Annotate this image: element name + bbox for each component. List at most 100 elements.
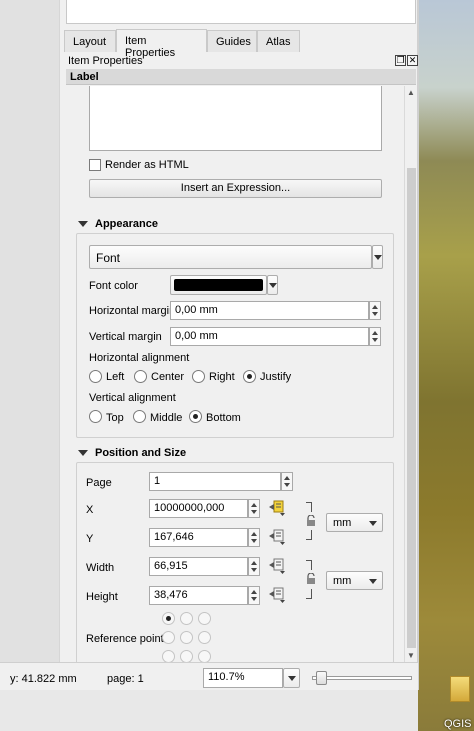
properties-scrollbar[interactable]: ▲ ▼ — [404, 86, 417, 662]
font-button-label: Font — [96, 251, 121, 265]
reference-point-top-center[interactable] — [180, 612, 193, 625]
y-data-defined-icon[interactable] — [268, 529, 286, 545]
halign-left-label: Left — [106, 371, 125, 383]
window-edge — [417, 0, 419, 690]
position-unit-value: mm — [333, 517, 352, 529]
width-spinner[interactable] — [248, 557, 260, 576]
scroll-up-icon[interactable]: ▲ — [407, 88, 415, 97]
reference-point-top-left[interactable] — [162, 612, 175, 625]
scrollbar-thumb[interactable] — [407, 168, 416, 648]
x-spinner[interactable] — [248, 499, 260, 518]
font-color-label: Font color — [89, 280, 138, 292]
zoom-dropdown-button[interactable] — [283, 668, 300, 688]
chevron-down-icon — [369, 579, 377, 584]
page-input[interactable]: 1 — [149, 472, 281, 491]
render-as-html-checkbox[interactable] — [89, 159, 101, 171]
valign-top-label: Top — [106, 412, 124, 424]
page-label: Page — [86, 477, 112, 489]
page-spinner[interactable] — [281, 472, 293, 491]
horizontal-margin-spinner[interactable] — [369, 301, 381, 320]
valign-top-radio[interactable] — [89, 410, 102, 423]
status-coordinate: y: 41.822 mm — [10, 673, 77, 685]
vertical-alignment-label: Vertical alignment — [89, 392, 176, 404]
halign-center-radio[interactable] — [134, 370, 147, 383]
position-size-group-title: Position and Size — [95, 447, 187, 459]
x-input[interactable]: 10000000,000 — [149, 499, 248, 518]
height-input[interactable]: 38,476 — [149, 586, 248, 605]
vertical-margin-spinner[interactable] — [369, 327, 381, 346]
render-as-html-label: Render as HTML — [105, 159, 189, 171]
scroll-down-icon[interactable]: ▼ — [407, 651, 415, 660]
width-input[interactable]: 66,915 — [149, 557, 248, 576]
size-unit-value: mm — [333, 575, 352, 587]
font-button[interactable]: Font — [89, 245, 372, 269]
position-lock-bracket-top — [306, 502, 312, 512]
x-data-defined-icon[interactable] — [268, 500, 286, 516]
x-label: X — [86, 504, 94, 516]
valign-middle-radio[interactable] — [133, 410, 146, 423]
position-lock-icon[interactable] — [306, 515, 316, 527]
halign-justify-radio[interactable] — [243, 370, 256, 383]
vertical-margin-label: Vertical margin — [89, 331, 162, 343]
valign-bottom-label: Bottom — [206, 412, 241, 424]
zoom-slider-handle[interactable] — [316, 671, 327, 685]
tab-atlas[interactable]: Atlas — [257, 30, 300, 52]
chevron-down-icon — [374, 255, 382, 260]
zoom-input[interactable]: 110.7% — [203, 668, 283, 688]
horizontal-margin-label: Horizontal margin — [89, 305, 176, 317]
tab-guides[interactable]: Guides — [207, 30, 257, 52]
valign-middle-label: Middle — [150, 412, 183, 424]
y-spinner[interactable] — [248, 528, 260, 547]
reference-point-middle-right[interactable] — [198, 631, 211, 644]
height-spinner[interactable] — [248, 586, 260, 605]
reference-point-label: Reference point — [86, 633, 164, 645]
appearance-collapse-icon[interactable] — [78, 221, 88, 227]
y-input[interactable]: 167,646 — [149, 528, 248, 547]
font-menu-button[interactable] — [372, 245, 383, 269]
vertical-margin-input[interactable]: 0,00 mm — [170, 327, 369, 346]
position-unit-select[interactable]: mm — [326, 513, 383, 532]
float-dock-icon[interactable]: ❐ — [395, 55, 406, 66]
reference-point-middle-center[interactable] — [180, 631, 193, 644]
chevron-down-icon — [288, 676, 296, 681]
position-lock-bracket-bottom — [306, 530, 312, 540]
y-label: Y — [86, 533, 94, 545]
panel-title: Item Properties — [68, 55, 143, 67]
label-section-header: Label — [66, 69, 416, 85]
position-size-collapse-icon[interactable] — [78, 450, 88, 456]
horizontal-alignment-label: Horizontal alignment — [89, 352, 190, 364]
halign-right-radio[interactable] — [192, 370, 205, 383]
desktop-icon-label: QGIS 3 — [444, 718, 474, 730]
halign-justify-label: Justify — [260, 371, 292, 383]
chevron-down-icon — [369, 521, 377, 526]
font-color-swatch — [174, 279, 263, 291]
halign-center-label: Center — [151, 371, 185, 383]
desktop-folder-icon[interactable] — [450, 676, 470, 702]
label-text-editor[interactable] — [89, 86, 382, 151]
halign-left-radio[interactable] — [89, 370, 102, 383]
status-page: page: 1 — [107, 673, 144, 685]
size-lock-icon[interactable] — [306, 573, 316, 585]
horizontal-margin-input[interactable]: 0,00 mm — [170, 301, 369, 320]
zoom-slider-track[interactable] — [312, 676, 412, 680]
width-label: Width — [86, 562, 115, 574]
font-color-button[interactable] — [170, 275, 267, 295]
halign-right-label: Right — [209, 371, 235, 383]
height-label: Height — [86, 591, 118, 603]
height-data-defined-icon[interactable] — [268, 587, 286, 603]
size-lock-bracket-bottom — [306, 589, 312, 599]
appearance-group-title: Appearance — [95, 218, 158, 230]
layout-canvas-area — [0, 0, 60, 662]
tab-item-properties[interactable]: Item Properties — [116, 29, 207, 59]
valign-bottom-radio[interactable] — [189, 410, 202, 423]
close-dock-icon[interactable]: ✕ — [407, 55, 418, 66]
font-color-menu-button[interactable] — [267, 275, 278, 295]
insert-expression-button[interactable]: Insert an Expression... — [89, 179, 382, 198]
reference-point-top-right[interactable] — [198, 612, 211, 625]
dock-tab-bar: Layout Item Properties Guides Atlas — [64, 29, 304, 59]
width-data-defined-icon[interactable] — [268, 558, 286, 574]
tab-layout[interactable]: Layout — [64, 30, 116, 52]
size-unit-select[interactable]: mm — [326, 571, 383, 590]
reference-point-middle-left[interactable] — [162, 631, 175, 644]
window-bottom-area — [0, 690, 418, 731]
